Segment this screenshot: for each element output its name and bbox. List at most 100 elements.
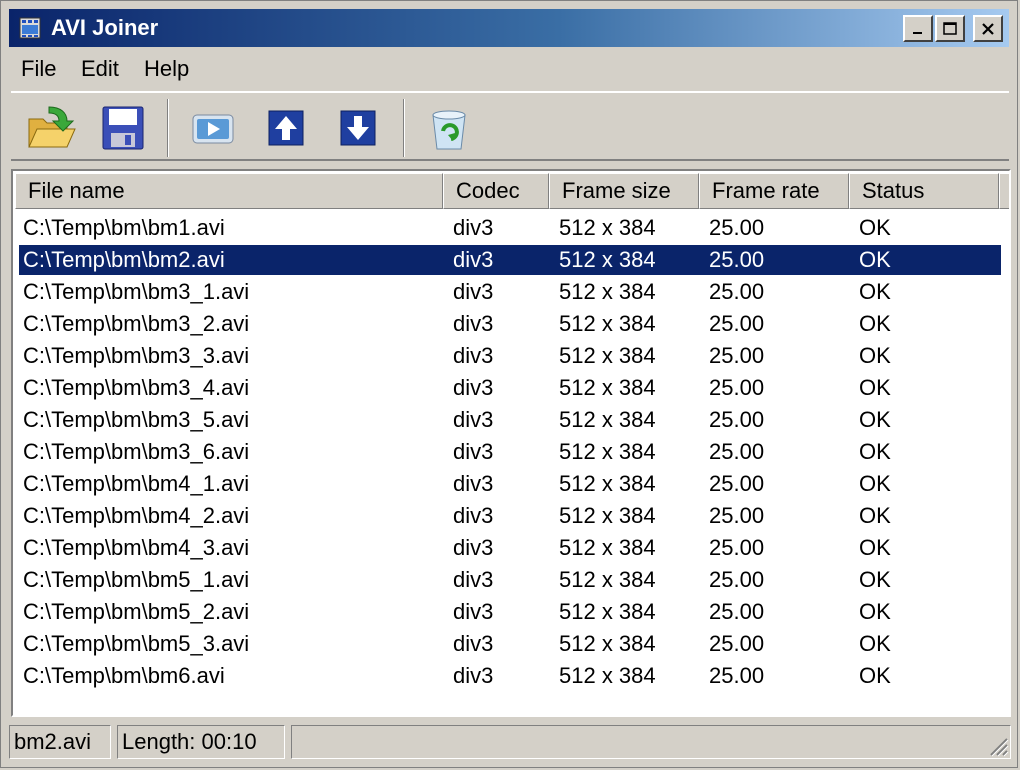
status-bar: bm2.avi Length: 00:10: [9, 723, 1013, 761]
table-row[interactable]: C:\Temp\bm\bm3_3.avi div3 512 x 384 25.00 OK: [19, 341, 1001, 371]
column-header-frame-size[interactable]: Frame size: [549, 173, 699, 209]
list-header: File name Codec Frame size Frame rate St…: [15, 173, 1009, 209]
cell-codec: div3: [453, 535, 494, 560]
cell-file-name: C:\Temp\bm\bm5_3.avi: [23, 631, 250, 656]
toolbar-separator: [403, 99, 405, 157]
column-header-frame-rate[interactable]: Frame rate: [699, 173, 849, 209]
menu-help[interactable]: Help: [144, 55, 189, 83]
cell-codec: div3: [453, 375, 494, 400]
minimize-button[interactable]: [903, 15, 933, 42]
cell-status: OK: [859, 375, 891, 400]
cell-frame-rate: 25.00: [709, 503, 765, 528]
cell-status: OK: [859, 279, 891, 304]
play-button[interactable]: [183, 101, 239, 155]
table-row[interactable]: C:\Temp\bm\bm5_1.avi div3 512 x 384 25.00 OK: [19, 565, 1001, 595]
app-icon: [19, 17, 41, 39]
table-row[interactable]: C:\Temp\bm\bm4_2.avi div3 512 x 384 25.00 OK: [19, 501, 1001, 531]
move-down-button[interactable]: [329, 101, 385, 155]
table-row[interactable]: C:\Temp\bm\bm3_1.avi div3 512 x 384 25.00 OK: [19, 277, 1001, 307]
cell-file-name: C:\Temp\bm\bm5_1.avi: [23, 567, 250, 592]
move-up-button[interactable]: [257, 101, 313, 155]
cell-codec: div3: [453, 343, 494, 368]
cell-frame-size: 512 x 384: [559, 279, 656, 304]
recycle-button[interactable]: [421, 101, 477, 155]
table-row[interactable]: C:\Temp\bm\bm6.avi div3 512 x 384 25.00 OK: [19, 661, 1001, 691]
cell-frame-size: 512 x 384: [559, 567, 656, 592]
column-header-file-name[interactable]: File name: [15, 173, 443, 209]
cell-codec: div3: [453, 631, 494, 656]
table-row[interactable]: C:\Temp\bm\bm2.avi div3 512 x 384 25.00 OK: [18, 244, 1002, 276]
cell-frame-size: 512 x 384: [559, 599, 656, 624]
menu-edit[interactable]: Edit: [81, 55, 119, 83]
cell-status: OK: [859, 567, 891, 592]
save-icon: [102, 106, 144, 150]
cell-file-name: C:\Temp\bm\bm3_1.avi: [23, 279, 250, 304]
cell-frame-size: 512 x 384: [559, 663, 656, 688]
column-header-filler: [999, 173, 1009, 209]
app-window: AVI Joiner File Edit Help File name Code…: [0, 0, 1018, 768]
cell-file-name: C:\Temp\bm\bm2.avi: [23, 247, 225, 272]
cell-codec: div3: [453, 247, 494, 272]
table-row[interactable]: C:\Temp\bm\bm3_4.avi div3 512 x 384 25.00 OK: [19, 373, 1001, 403]
column-header-status[interactable]: Status: [849, 173, 999, 209]
cell-file-name: C:\Temp\bm\bm3_4.avi: [23, 375, 250, 400]
cell-frame-rate: 25.00: [709, 631, 765, 656]
close-button[interactable]: [973, 15, 1003, 42]
cell-codec: div3: [453, 471, 494, 496]
cell-status: OK: [859, 631, 891, 656]
cell-status: OK: [859, 439, 891, 464]
table-row[interactable]: C:\Temp\bm\bm3_6.avi div3 512 x 384 25.00 OK: [19, 437, 1001, 467]
menu-file[interactable]: File: [21, 55, 56, 83]
cell-status: OK: [859, 471, 891, 496]
cell-codec: div3: [453, 439, 494, 464]
table-row[interactable]: C:\Temp\bm\bm3_2.avi div3 512 x 384 25.00 OK: [19, 309, 1001, 339]
cell-frame-rate: 25.00: [709, 439, 765, 464]
cell-frame-rate: 25.00: [709, 567, 765, 592]
cell-file-name: C:\Temp\bm\bm4_3.avi: [23, 535, 250, 560]
status-file: bm2.avi: [9, 725, 111, 759]
cell-codec: div3: [453, 599, 494, 624]
column-header-codec[interactable]: Codec: [443, 173, 549, 209]
cell-codec: div3: [453, 503, 494, 528]
cell-frame-rate: 25.00: [709, 535, 765, 560]
table-row[interactable]: C:\Temp\bm\bm4_1.avi div3 512 x 384 25.00 OK: [19, 469, 1001, 499]
cell-codec: div3: [453, 311, 494, 336]
maximize-button[interactable]: [935, 15, 965, 42]
window-title: AVI Joiner: [51, 15, 159, 40]
cell-frame-rate: 25.00: [709, 279, 765, 304]
cell-frame-size: 512 x 384: [559, 311, 656, 336]
open-button[interactable]: [23, 101, 79, 155]
cell-frame-rate: 25.00: [709, 247, 765, 272]
cell-frame-rate: 25.00: [709, 311, 765, 336]
title-bar[interactable]: AVI Joiner: [9, 9, 1009, 47]
table-row[interactable]: C:\Temp\bm\bm5_3.avi div3 512 x 384 25.00 OK: [19, 629, 1001, 659]
file-list[interactable]: File name Codec Frame size Frame rate St…: [11, 169, 1011, 717]
cell-status: OK: [859, 343, 891, 368]
resize-grip-icon[interactable]: [987, 735, 1009, 757]
cell-file-name: C:\Temp\bm\bm6.avi: [23, 663, 225, 688]
cell-status: OK: [859, 599, 891, 624]
cell-frame-size: 512 x 384: [559, 535, 656, 560]
table-row[interactable]: C:\Temp\bm\bm4_3.avi div3 512 x 384 25.00 OK: [19, 533, 1001, 563]
status-empty-panel: [291, 725, 1011, 759]
cell-codec: div3: [453, 567, 494, 592]
table-row[interactable]: C:\Temp\bm\bm5_2.avi div3 512 x 384 25.00 OK: [19, 597, 1001, 627]
move-down-icon: [340, 110, 376, 146]
cell-file-name: C:\Temp\bm\bm1.avi: [23, 215, 225, 240]
cell-status: OK: [859, 247, 891, 272]
toolbar-separator: [167, 99, 169, 157]
open-folder-icon: [28, 106, 76, 148]
cell-status: OK: [859, 503, 891, 528]
table-row[interactable]: C:\Temp\bm\bm1.avi div3 512 x 384 25.00 OK: [19, 213, 1001, 243]
close-icon: [982, 22, 994, 35]
cell-frame-size: 512 x 384: [559, 375, 656, 400]
cell-frame-rate: 25.00: [709, 663, 765, 688]
table-row[interactable]: C:\Temp\bm\bm3_5.avi div3 512 x 384 25.00 OK: [19, 405, 1001, 435]
toolbar: [11, 91, 1009, 161]
cell-codec: div3: [453, 215, 494, 240]
cell-frame-rate: 25.00: [709, 471, 765, 496]
status-length: Length: 00:10: [117, 725, 285, 759]
save-button[interactable]: [95, 101, 151, 155]
menu-bar: File Edit Help: [9, 51, 1009, 87]
cell-frame-size: 512 x 384: [559, 407, 656, 432]
